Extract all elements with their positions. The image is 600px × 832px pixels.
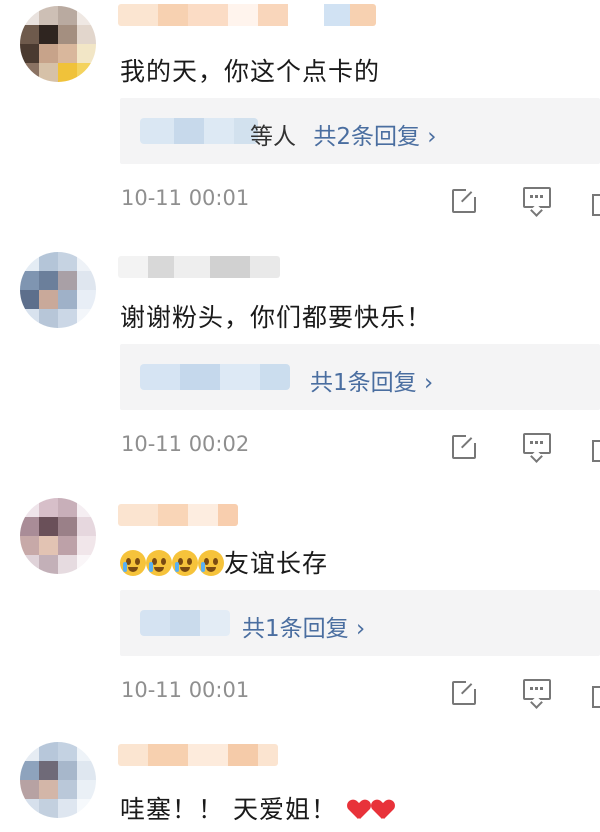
comment-text: 我的天，你这个点卡的 xyxy=(120,57,381,86)
reply-box[interactable]: 共1条回复 › xyxy=(120,344,600,410)
username-redacted[interactable] xyxy=(118,744,278,766)
share-icon[interactable] xyxy=(450,185,478,213)
view-replies-link[interactable]: 共1条回复 › xyxy=(242,616,365,642)
reply-users-redacted xyxy=(140,364,290,390)
reply-users-redacted xyxy=(140,118,258,144)
comment-time: 10-11 00:01 xyxy=(121,186,250,210)
comment-icon[interactable] xyxy=(523,676,551,709)
comment-text: 友谊长存 xyxy=(120,544,328,580)
avatar[interactable] xyxy=(20,252,96,328)
username-redacted[interactable] xyxy=(118,4,376,26)
comment-item: 哇塞！！ 天爱姐！ xyxy=(0,738,600,832)
crying-face-emoji xyxy=(120,549,224,578)
comment-item: 我的天，你这个点卡的 等人 共2条回复 › 10-11 00:01 xyxy=(0,0,600,240)
comment-item: 友谊长存 共1条回复 › 10-11 00:01 xyxy=(0,492,600,732)
like-icon[interactable] xyxy=(590,676,600,708)
comment-text-suffix: 友谊长存 xyxy=(224,549,329,578)
avatar[interactable] xyxy=(20,6,96,82)
share-icon[interactable] xyxy=(450,431,478,459)
reply-users-redacted xyxy=(140,610,230,636)
like-icon[interactable] xyxy=(590,430,600,462)
comment-text: 谢谢粉头，你们都要快乐！ xyxy=(120,303,433,332)
like-icon[interactable] xyxy=(590,184,600,216)
reply-prefix: 等人 xyxy=(250,124,296,150)
username-redacted[interactable] xyxy=(118,504,238,526)
username-redacted[interactable] xyxy=(118,256,280,278)
heart-emoji xyxy=(346,795,394,824)
comment-icon[interactable] xyxy=(523,430,551,463)
avatar[interactable] xyxy=(20,742,96,818)
comment-text: 哇塞！！ 天爱姐！ xyxy=(120,790,394,826)
comment-text-main: 哇塞！！ 天爱姐！ xyxy=(120,795,337,824)
avatar[interactable] xyxy=(20,498,96,574)
reply-box[interactable]: 等人 共2条回复 › xyxy=(120,98,600,164)
view-replies-link[interactable]: 共1条回复 › xyxy=(310,370,433,396)
comment-time: 10-11 00:01 xyxy=(121,678,250,702)
comment-item: 谢谢粉头，你们都要快乐！ 共1条回复 › 10-11 00:02 xyxy=(0,246,600,486)
share-icon[interactable] xyxy=(450,677,478,705)
reply-box[interactable]: 共1条回复 › xyxy=(120,590,600,656)
view-replies-link[interactable]: 共2条回复 › xyxy=(313,124,436,150)
comment-icon[interactable] xyxy=(523,184,551,217)
comment-time: 10-11 00:02 xyxy=(121,432,250,456)
